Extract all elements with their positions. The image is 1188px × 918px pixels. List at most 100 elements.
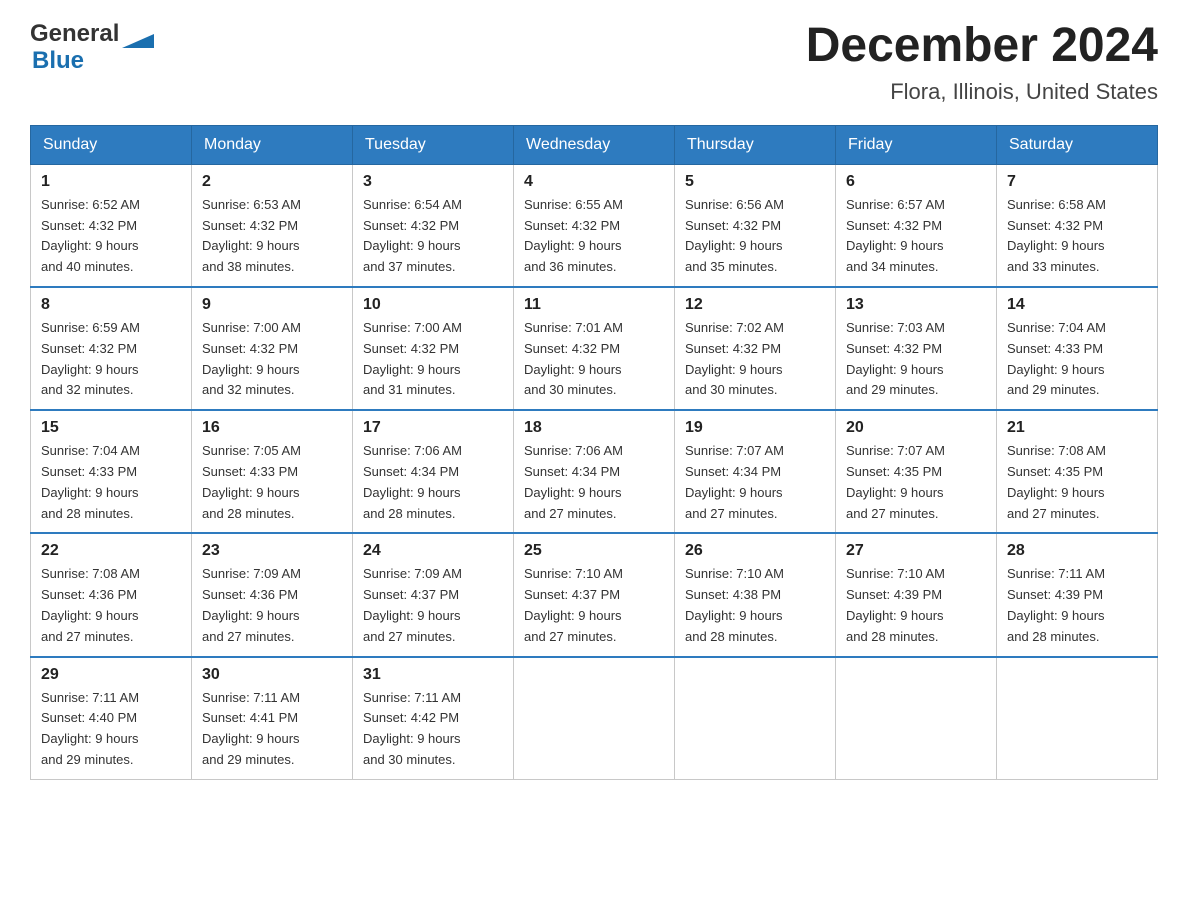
- day-info: Sunrise: 6:56 AMSunset: 4:32 PMDaylight:…: [685, 195, 825, 278]
- day-info: Sunrise: 6:52 AMSunset: 4:32 PMDaylight:…: [41, 195, 181, 278]
- day-number: 23: [202, 542, 342, 560]
- table-cell: 1 Sunrise: 6:52 AMSunset: 4:32 PMDaylight…: [31, 164, 192, 287]
- table-cell: [514, 657, 675, 780]
- table-cell: 6Sunrise: 6:57 AMSunset: 4:32 PMDaylight…: [836, 164, 997, 287]
- table-cell: 20Sunrise: 7:07 AMSunset: 4:35 PMDayligh…: [836, 410, 997, 533]
- day-info: Sunrise: 6:55 AMSunset: 4:32 PMDaylight:…: [524, 195, 664, 278]
- table-cell: 25 Sunrise: 7:10 AMSunset: 4:37 PMDayligh…: [514, 533, 675, 656]
- day-number: 21: [1007, 419, 1147, 437]
- day-number: 20: [846, 419, 986, 437]
- location-title: Flora, Illinois, United States: [806, 79, 1158, 105]
- day-info: Sunrise: 7:03 AMSunset: 4:32 PMDaylight:…: [846, 318, 986, 401]
- table-cell: 21 Sunrise: 7:08 AMSunset: 4:35 PMDayligh…: [997, 410, 1158, 533]
- week-row-2: 8 Sunrise: 6:59 AMSunset: 4:32 PMDaylight…: [31, 287, 1158, 410]
- page-header: General Blue December 2024 Flora, Illino…: [30, 20, 1158, 105]
- table-cell: 5 Sunrise: 6:56 AMSunset: 4:32 PMDaylight…: [675, 164, 836, 287]
- day-info: Sunrise: 7:11 AMSunset: 4:40 PMDaylight:…: [41, 688, 181, 771]
- weekday-header-tuesday: Tuesday: [353, 125, 514, 164]
- weekday-header-friday: Friday: [836, 125, 997, 164]
- day-info: Sunrise: 7:06 AMSunset: 4:34 PMDaylight:…: [363, 441, 503, 524]
- day-info: Sunrise: 7:11 AMSunset: 4:39 PMDaylight:…: [1007, 564, 1147, 647]
- table-cell: 31 Sunrise: 7:11 AMSunset: 4:42 PMDayligh…: [353, 657, 514, 780]
- table-cell: 2 Sunrise: 6:53 AMSunset: 4:32 PMDaylight…: [192, 164, 353, 287]
- day-number: 6: [846, 173, 986, 191]
- logo-text: General Blue: [30, 20, 154, 74]
- month-title: December 2024: [806, 20, 1158, 73]
- calendar-table: SundayMondayTuesdayWednesdayThursdayFrid…: [30, 125, 1158, 780]
- table-cell: 28 Sunrise: 7:11 AMSunset: 4:39 PMDayligh…: [997, 533, 1158, 656]
- day-number: 15: [41, 419, 181, 437]
- day-number: 9: [202, 296, 342, 314]
- table-cell: 4Sunrise: 6:55 AMSunset: 4:32 PMDaylight…: [514, 164, 675, 287]
- day-info: Sunrise: 6:59 AMSunset: 4:32 PMDaylight:…: [41, 318, 181, 401]
- table-cell: [836, 657, 997, 780]
- day-number: 8: [41, 296, 181, 314]
- week-row-3: 15 Sunrise: 7:04 AMSunset: 4:33 PMDayligh…: [31, 410, 1158, 533]
- day-info: Sunrise: 7:04 AMSunset: 4:33 PMDaylight:…: [41, 441, 181, 524]
- table-cell: 9 Sunrise: 7:00 AMSunset: 4:32 PMDaylight…: [192, 287, 353, 410]
- day-info: Sunrise: 7:07 AMSunset: 4:34 PMDaylight:…: [685, 441, 825, 524]
- logo-triangle-icon: [122, 20, 154, 48]
- day-number: 27: [846, 542, 986, 560]
- day-number: 2: [202, 173, 342, 191]
- day-info: Sunrise: 6:58 AMSunset: 4:32 PMDaylight:…: [1007, 195, 1147, 278]
- day-number: 7: [1007, 173, 1147, 191]
- day-info: Sunrise: 6:53 AMSunset: 4:32 PMDaylight:…: [202, 195, 342, 278]
- table-cell: 18Sunrise: 7:06 AMSunset: 4:34 PMDayligh…: [514, 410, 675, 533]
- day-number: 1: [41, 173, 181, 191]
- logo: General Blue: [30, 20, 154, 74]
- day-number: 29: [41, 666, 181, 684]
- day-number: 19: [685, 419, 825, 437]
- table-cell: 27 Sunrise: 7:10 AMSunset: 4:39 PMDayligh…: [836, 533, 997, 656]
- day-info: Sunrise: 7:05 AMSunset: 4:33 PMDaylight:…: [202, 441, 342, 524]
- week-row-1: 1 Sunrise: 6:52 AMSunset: 4:32 PMDaylight…: [31, 164, 1158, 287]
- day-info: Sunrise: 6:54 AMSunset: 4:32 PMDaylight:…: [363, 195, 503, 278]
- day-number: 17: [363, 419, 503, 437]
- day-info: Sunrise: 7:10 AMSunset: 4:39 PMDaylight:…: [846, 564, 986, 647]
- day-info: Sunrise: 7:09 AMSunset: 4:36 PMDaylight:…: [202, 564, 342, 647]
- table-cell: 19 Sunrise: 7:07 AMSunset: 4:34 PMDayligh…: [675, 410, 836, 533]
- table-cell: 13Sunrise: 7:03 AMSunset: 4:32 PMDayligh…: [836, 287, 997, 410]
- table-cell: [997, 657, 1158, 780]
- table-cell: 16Sunrise: 7:05 AMSunset: 4:33 PMDayligh…: [192, 410, 353, 533]
- day-info: Sunrise: 7:11 AMSunset: 4:42 PMDaylight:…: [363, 688, 503, 771]
- day-info: Sunrise: 7:10 AMSunset: 4:38 PMDaylight:…: [685, 564, 825, 647]
- day-number: 12: [685, 296, 825, 314]
- day-info: Sunrise: 7:04 AMSunset: 4:33 PMDaylight:…: [1007, 318, 1147, 401]
- weekday-header-sunday: Sunday: [31, 125, 192, 164]
- table-cell: [675, 657, 836, 780]
- day-info: Sunrise: 7:09 AMSunset: 4:37 PMDaylight:…: [363, 564, 503, 647]
- weekday-header-row: SundayMondayTuesdayWednesdayThursdayFrid…: [31, 125, 1158, 164]
- day-info: Sunrise: 7:01 AMSunset: 4:32 PMDaylight:…: [524, 318, 664, 401]
- day-number: 28: [1007, 542, 1147, 560]
- table-cell: 30Sunrise: 7:11 AMSunset: 4:41 PMDayligh…: [192, 657, 353, 780]
- day-info: Sunrise: 7:08 AMSunset: 4:36 PMDaylight:…: [41, 564, 181, 647]
- day-info: Sunrise: 7:08 AMSunset: 4:35 PMDaylight:…: [1007, 441, 1147, 524]
- table-cell: 22Sunrise: 7:08 AMSunset: 4:36 PMDayligh…: [31, 533, 192, 656]
- table-cell: 29 Sunrise: 7:11 AMSunset: 4:40 PMDayligh…: [31, 657, 192, 780]
- weekday-header-wednesday: Wednesday: [514, 125, 675, 164]
- table-cell: 23 Sunrise: 7:09 AMSunset: 4:36 PMDayligh…: [192, 533, 353, 656]
- table-cell: 11Sunrise: 7:01 AMSunset: 4:32 PMDayligh…: [514, 287, 675, 410]
- day-number: 25: [524, 542, 664, 560]
- table-cell: 17 Sunrise: 7:06 AMSunset: 4:34 PMDayligh…: [353, 410, 514, 533]
- day-number: 24: [363, 542, 503, 560]
- weekday-header-thursday: Thursday: [675, 125, 836, 164]
- day-number: 5: [685, 173, 825, 191]
- day-info: Sunrise: 7:10 AMSunset: 4:37 PMDaylight:…: [524, 564, 664, 647]
- day-number: 10: [363, 296, 503, 314]
- table-cell: 14Sunrise: 7:04 AMSunset: 4:33 PMDayligh…: [997, 287, 1158, 410]
- day-number: 31: [363, 666, 503, 684]
- table-cell: 15 Sunrise: 7:04 AMSunset: 4:33 PMDayligh…: [31, 410, 192, 533]
- week-row-4: 22Sunrise: 7:08 AMSunset: 4:36 PMDayligh…: [31, 533, 1158, 656]
- title-block: December 2024 Flora, Illinois, United St…: [806, 20, 1158, 105]
- table-cell: 24 Sunrise: 7:09 AMSunset: 4:37 PMDayligh…: [353, 533, 514, 656]
- weekday-header-monday: Monday: [192, 125, 353, 164]
- day-info: Sunrise: 7:00 AMSunset: 4:32 PMDaylight:…: [202, 318, 342, 401]
- table-cell: 8 Sunrise: 6:59 AMSunset: 4:32 PMDaylight…: [31, 287, 192, 410]
- day-number: 30: [202, 666, 342, 684]
- logo-blue: Blue: [32, 48, 154, 74]
- day-number: 26: [685, 542, 825, 560]
- weekday-header-saturday: Saturday: [997, 125, 1158, 164]
- day-number: 3: [363, 173, 503, 191]
